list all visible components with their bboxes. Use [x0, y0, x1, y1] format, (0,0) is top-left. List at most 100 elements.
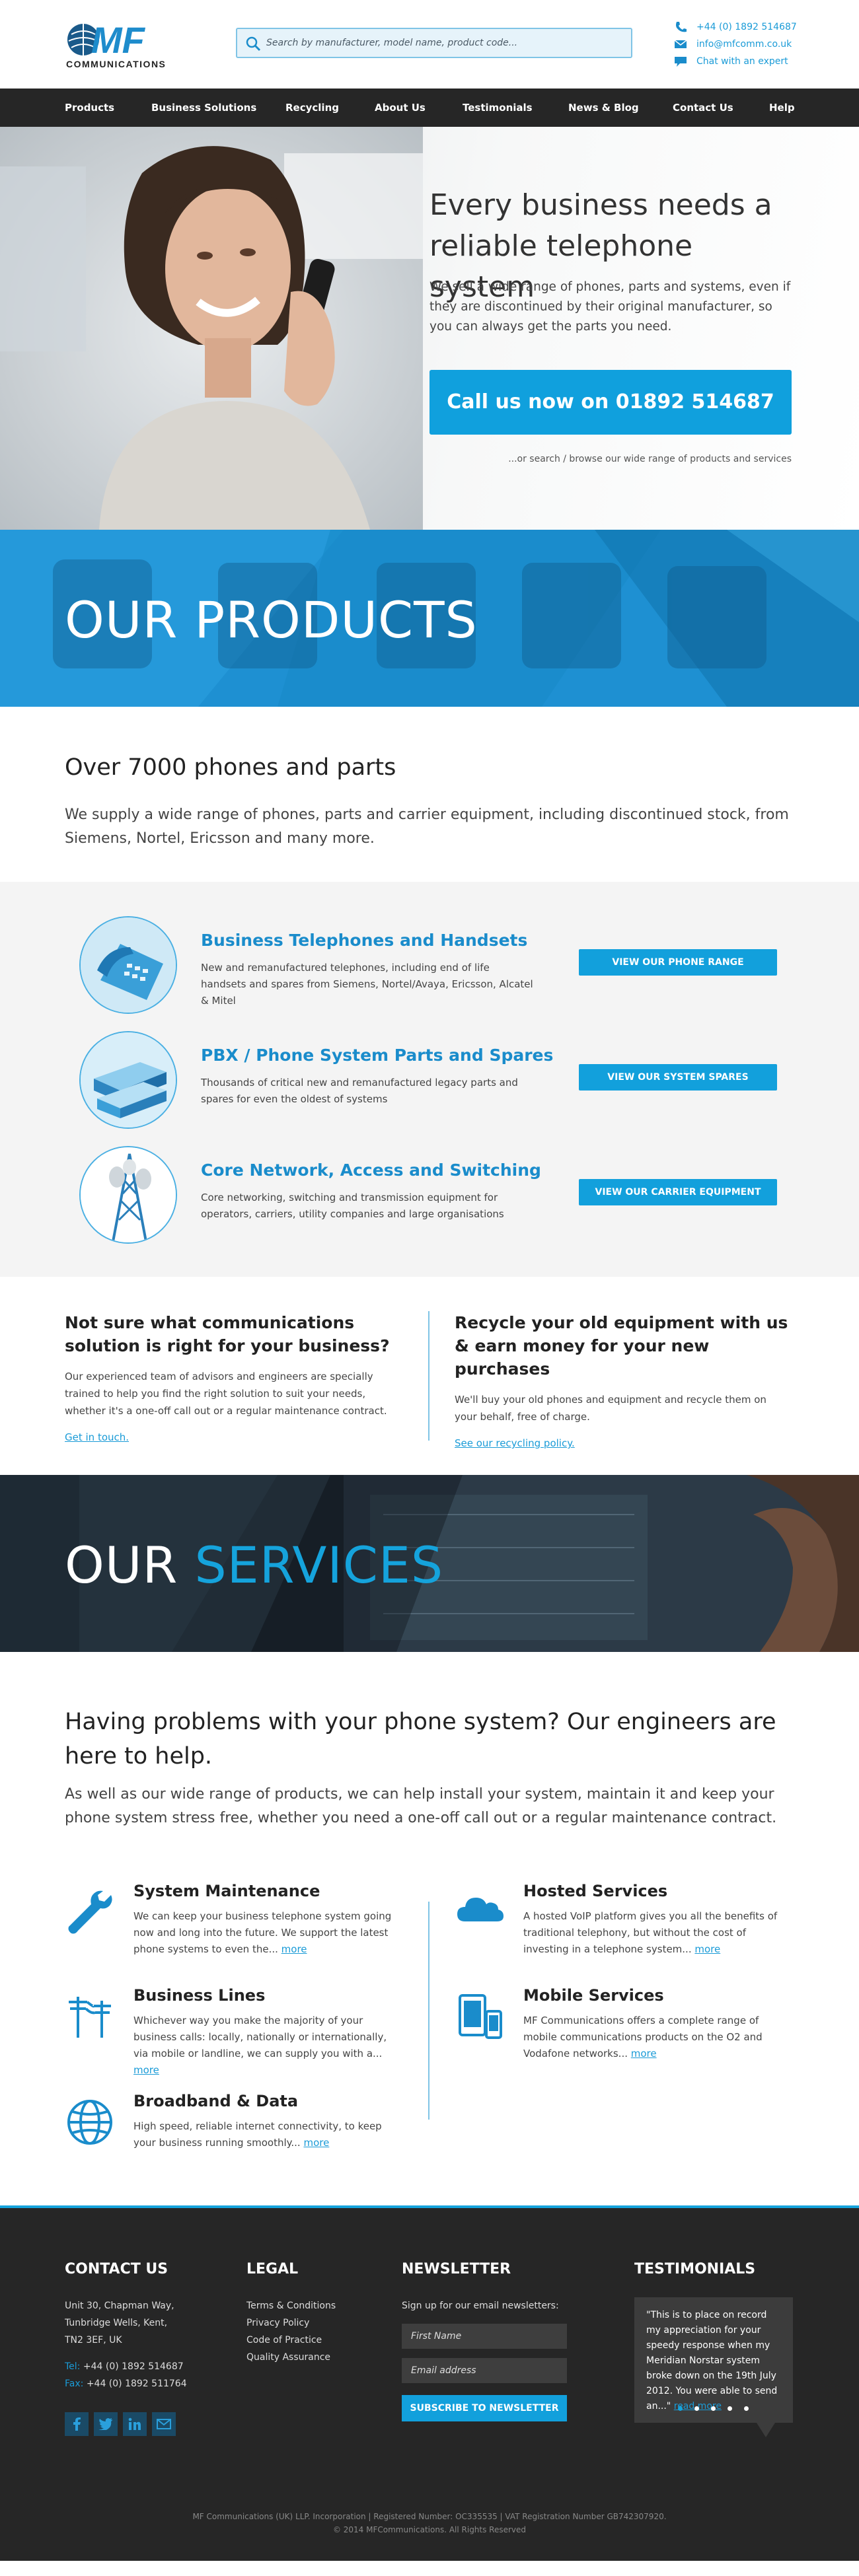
address-line: Tunbridge Wells, Kent,: [65, 2318, 168, 2328]
service-broadband: Broadband & Data High speed, reliable in…: [65, 2092, 382, 2165]
recycle-text: We'll buy your old phones and equipment …: [455, 1394, 766, 1423]
get-in-touch-link[interactable]: Get in touch.: [65, 1431, 129, 1443]
recycling-policy-link[interactable]: See our recycling policy.: [455, 1437, 575, 1449]
header-chat[interactable]: Chat with an expert: [674, 53, 797, 70]
service-text-body: A hosted VoIP platform gives you all the…: [523, 1910, 778, 1955]
product-category-desc: New and remanufactured telephones, inclu…: [201, 962, 533, 1007]
telegraph-pole-icon: [69, 1997, 111, 2038]
footer-testimonials-title: TESTIMONIALS: [634, 2261, 756, 2277]
service-more-link[interactable]: more: [303, 2137, 329, 2149]
product-category-telephones: Business Telephones and Handsets New and…: [0, 916, 859, 1015]
service-text-body: Whichever way you make the majority of y…: [133, 2015, 387, 2059]
nav-business-solutions[interactable]: Business Solutions: [151, 89, 256, 127]
logo-wordmark: MF: [91, 20, 146, 61]
services-banner: OUR SERVICES: [0, 1475, 859, 1652]
code-of-practice-link[interactable]: Code of Practice: [246, 2332, 365, 2349]
nav-help[interactable]: Help: [769, 89, 795, 127]
service-more-link[interactable]: more: [694, 1943, 720, 1955]
services-divider: [428, 1902, 430, 2120]
testimonial-quote: "This is to place on record my appreciat…: [646, 2310, 778, 2412]
fax-label: Fax:: [65, 2379, 84, 2389]
product-category-title[interactable]: Core Network, Access and Switching: [201, 1161, 541, 1180]
newsletter-email-input[interactable]: [402, 2358, 567, 2383]
pager-dot[interactable]: [711, 2406, 716, 2411]
network-tower-image[interactable]: [79, 1146, 177, 1244]
terms-link[interactable]: Terms & Conditions: [246, 2297, 365, 2314]
nav-about-us[interactable]: About Us: [375, 89, 426, 127]
linkedin-icon[interactable]: [123, 2412, 147, 2436]
newsletter-text: Sign up for our email newsletters:: [402, 2301, 559, 2311]
footer-tel: Tel: +44 (0) 1892 514687: [65, 2358, 210, 2375]
testimonial-pager: [678, 2406, 749, 2411]
footer-fax: Fax: +44 (0) 1892 511764: [65, 2375, 210, 2392]
call-now-button[interactable]: Call us now on 01892 514687: [430, 370, 792, 435]
header-chat-text[interactable]: Chat with an expert: [696, 56, 788, 67]
telephone-handset-image[interactable]: [79, 916, 177, 1014]
advice-column: Not sure what communications solution is…: [65, 1311, 402, 1443]
chat-bubble-icon: [675, 57, 687, 67]
nav-contact-us[interactable]: Contact Us: [673, 89, 733, 127]
hero-section: Every business needs a reliable telephon…: [0, 127, 859, 530]
service-business-lines: Business Lines Whichever way you make th…: [65, 1986, 387, 2076]
nav-products[interactable]: Products: [65, 89, 114, 127]
service-text: High speed, reliable internet connectivi…: [133, 2118, 404, 2151]
footer-legal-title: LEGAL: [246, 2261, 299, 2277]
pbx-parts-image[interactable]: [79, 1031, 177, 1129]
service-mobile: Mobile Services MF Communications offers…: [455, 1986, 765, 2059]
newsletter-name-input[interactable]: [402, 2324, 567, 2349]
service-more-link[interactable]: more: [631, 2048, 657, 2059]
tel-label: Tel:: [65, 2361, 81, 2372]
logo-subtitle: COMMUNICATIONS: [66, 59, 166, 69]
nav-news-blog[interactable]: News & Blog: [568, 89, 639, 127]
product-category-title[interactable]: PBX / Phone System Parts and Spares: [201, 1046, 553, 1065]
facebook-icon[interactable]: [65, 2412, 89, 2436]
search-icon[interactable]: [245, 36, 261, 52]
product-category-core-network: Core Network, Access and Switching Core …: [0, 1146, 859, 1245]
service-title[interactable]: Broadband & Data: [133, 2092, 298, 2110]
services-banner-title-b: SERVICES: [194, 1536, 444, 1594]
copyright: © 2014 MFCommunications. All Rights Rese…: [332, 2525, 527, 2534]
service-more-link[interactable]: more: [281, 1943, 307, 1955]
pager-dot[interactable]: [678, 2406, 683, 2411]
view-system-spares-button[interactable]: VIEW OUR SYSTEM SPARES: [579, 1064, 777, 1091]
service-hosted: Hosted Services A hosted VoIP platform g…: [455, 1882, 777, 1955]
pager-dot[interactable]: [728, 2406, 732, 2411]
service-title[interactable]: System Maintenance: [133, 1882, 320, 1900]
fax-number: +44 (0) 1892 511764: [86, 2379, 187, 2389]
nav-recycling[interactable]: Recycling: [285, 89, 339, 127]
header-email[interactable]: info@mfcomm.co.uk: [674, 36, 797, 53]
view-phone-range-button[interactable]: VIEW OUR PHONE RANGE: [579, 949, 777, 976]
pager-dot[interactable]: [694, 2406, 699, 2411]
nav-testimonials[interactable]: Testimonials: [463, 89, 533, 127]
service-more-link[interactable]: more: [133, 2064, 159, 2076]
advice-text: Our experienced team of advisors and eng…: [65, 1371, 387, 1417]
search-input[interactable]: [266, 34, 623, 52]
header-phone-text[interactable]: +44 (0) 1892 514687: [696, 22, 797, 32]
main-nav: Products Business Solutions Recycling Ab…: [0, 89, 859, 127]
footer-contact-title: CONTACT US: [65, 2261, 168, 2277]
site-footer: CONTACT US Unit 30, Chapman Way, Tunbrid…: [0, 2205, 859, 2561]
header-phone[interactable]: +44 (0) 1892 514687: [674, 18, 797, 36]
header-email-text[interactable]: info@mfcomm.co.uk: [696, 39, 792, 50]
service-text: MF Communications offers a complete rang…: [523, 2013, 794, 2062]
privacy-link[interactable]: Privacy Policy: [246, 2314, 365, 2332]
product-category-title[interactable]: Business Telephones and Handsets: [201, 931, 527, 950]
service-title[interactable]: Mobile Services: [523, 1986, 664, 2005]
column-divider: [428, 1311, 430, 1441]
product-category-desc: Thousands of critical new and remanufact…: [201, 1077, 518, 1105]
mf-logo[interactable]: MF COMMUNICATIONS: [65, 19, 190, 69]
service-title[interactable]: Business Lines: [133, 1986, 265, 2005]
pager-dot[interactable]: [744, 2406, 749, 2411]
product-category-desc: Core networking, switching and transmiss…: [201, 1192, 504, 1220]
email-icon[interactable]: [152, 2412, 176, 2436]
subscribe-button[interactable]: SUBSCRIBE TO NEWSLETTER: [402, 2395, 567, 2421]
products-intro-title: Over 7000 phones and parts: [65, 754, 396, 781]
tel-number[interactable]: +44 (0) 1892 514687: [83, 2361, 184, 2372]
products-intro-text: We supply a wide range of phones, parts …: [65, 806, 789, 847]
quality-assurance-link[interactable]: Quality Assurance: [246, 2349, 365, 2366]
twitter-icon[interactable]: [94, 2412, 118, 2436]
service-text-body: We can keep your business telephone syst…: [133, 1910, 392, 1955]
view-carrier-equipment-button[interactable]: VIEW OUR CARRIER EQUIPMENT: [579, 1179, 777, 1205]
services-banner-title: OUR SERVICES: [65, 1536, 443, 1594]
service-title[interactable]: Hosted Services: [523, 1882, 667, 1900]
